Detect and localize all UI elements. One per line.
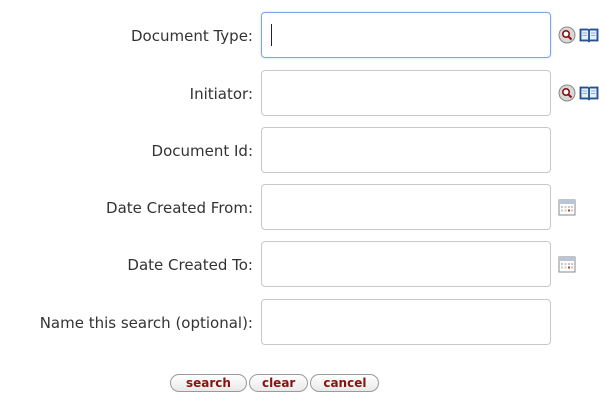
calendar-icon[interactable] xyxy=(558,198,576,216)
document-type-input[interactable] xyxy=(261,12,551,58)
document-id-label: Document Id: xyxy=(151,142,253,160)
text-caret xyxy=(271,24,272,46)
date-created-from-label: Date Created From: xyxy=(106,199,253,217)
document-type-row: Document Type: xyxy=(0,12,605,60)
document-type-label: Document Type: xyxy=(131,27,253,45)
search-name-label: Name this search (optional): xyxy=(39,314,253,332)
document-type-icons xyxy=(558,26,599,44)
action-buttons: search clear cancel xyxy=(170,374,380,392)
date-created-to-icons xyxy=(558,255,576,273)
date-created-to-input[interactable] xyxy=(261,241,551,287)
search-button[interactable]: search xyxy=(170,374,247,392)
book-lookup-icon[interactable] xyxy=(579,26,599,44)
search-magnifier-icon[interactable] xyxy=(558,26,576,44)
search-name-row: Name this search (optional): xyxy=(0,299,605,347)
date-created-from-input[interactable] xyxy=(261,184,551,230)
document-id-row: Document Id: xyxy=(0,127,605,175)
cancel-button[interactable]: cancel xyxy=(310,374,380,392)
search-name-input[interactable] xyxy=(261,299,551,345)
date-created-from-icons xyxy=(558,198,576,216)
date-created-to-label: Date Created To: xyxy=(127,256,253,274)
initiator-icons xyxy=(558,84,599,102)
book-lookup-icon[interactable] xyxy=(579,84,599,102)
initiator-row: Initiator: xyxy=(0,70,605,118)
document-search-form: Document Type: Initiator: Document Id: D… xyxy=(0,0,605,395)
document-id-input[interactable] xyxy=(261,127,551,173)
date-created-from-row: Date Created From: xyxy=(0,184,605,232)
date-created-to-row: Date Created To: xyxy=(0,241,605,289)
calendar-icon[interactable] xyxy=(558,255,576,273)
clear-button[interactable]: clear xyxy=(248,374,309,392)
initiator-label: Initiator: xyxy=(189,85,253,103)
initiator-input[interactable] xyxy=(261,70,551,116)
search-magnifier-icon[interactable] xyxy=(558,84,576,102)
